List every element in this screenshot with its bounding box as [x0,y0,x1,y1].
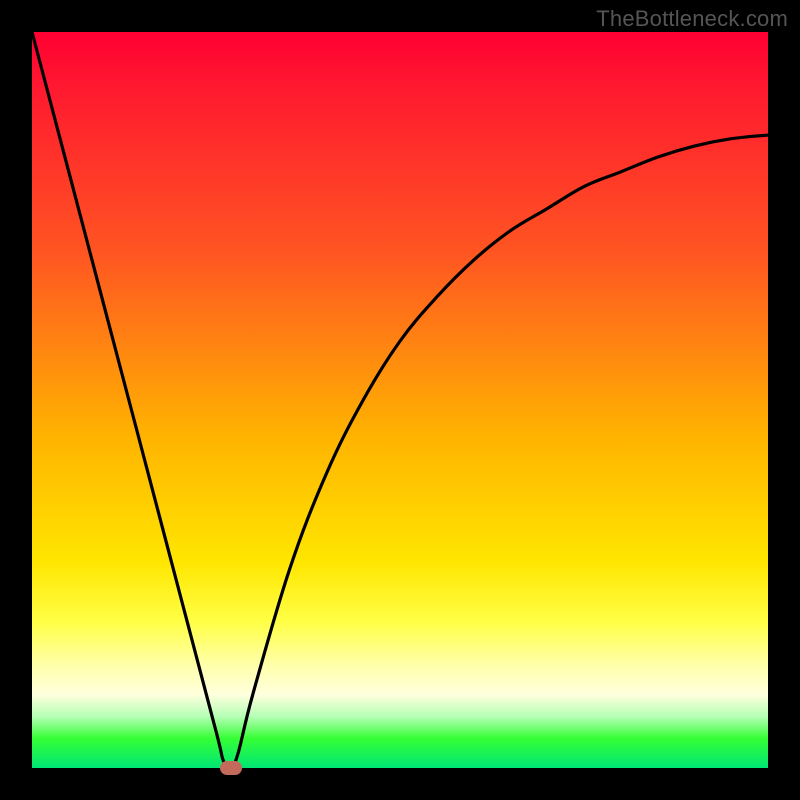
watermark-text: TheBottleneck.com [596,6,788,32]
plot-area [32,32,768,768]
curve-path [32,32,768,768]
bottleneck-curve [32,32,768,768]
minimum-marker [220,761,242,775]
chart-frame: TheBottleneck.com [0,0,800,800]
